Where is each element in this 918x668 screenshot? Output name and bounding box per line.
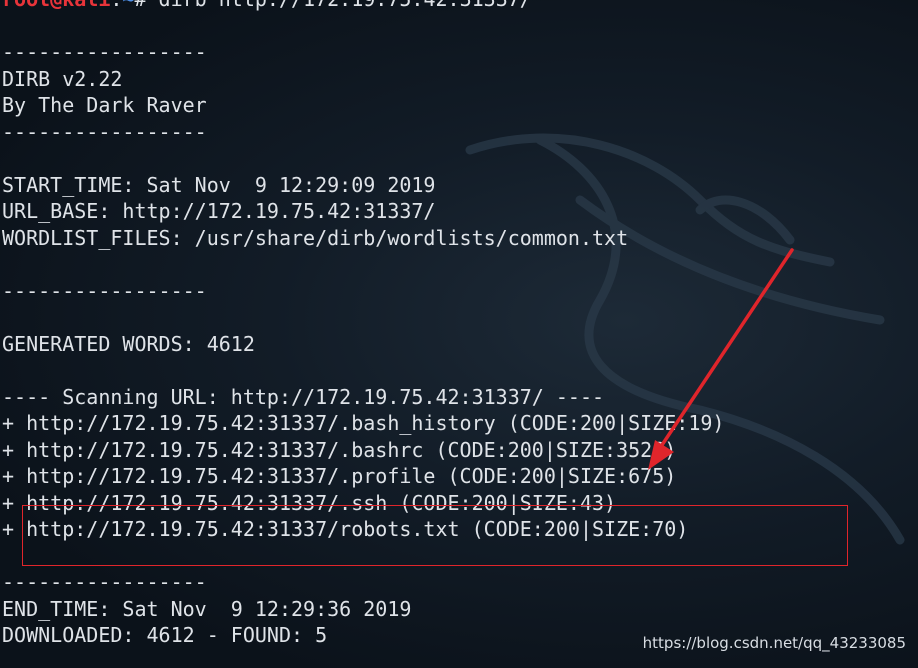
output-line: DIRB v2.22 [2,66,123,91]
output-line: ----------------- [2,570,207,594]
output-line [2,251,724,278]
output-line: ----------------- [2,40,207,64]
output-line-text: DOWNLOADED: 4612 - FOUND: 5 [2,623,328,647]
output-line [2,13,724,40]
output-line: URL_BASE: http://172.19.75.42:31337/ [2,199,436,223]
prompt-symbol: # [134,0,146,11]
terminal-cursor [188,664,200,668]
output-line: ----------------- [2,278,207,303]
output-line: START_TIME: Sat Nov 9 12:29:09 2019 [2,172,436,197]
prompt-separator: : [110,0,122,11]
prompt-user-host: root@kali [2,0,110,11]
output-line: + http://172.19.75.42:31337/.bash_histor… [2,411,725,435]
output-line [2,145,724,172]
output-line: END_TIME: Sat Nov 9 12:29:36 2019 [2,596,412,621]
output-line: By The Dark Raver [2,93,207,117]
terminal-window[interactable]: root@kali:~# dirb http://172.19.75.42:31… [0,0,918,668]
watermark-text: https://blog.csdn.net/qq_43233085 [642,634,906,652]
output-line: ---- Scanning URL: http://172.19.75.42:3… [2,384,605,409]
output-line-last: DOWNLOADED: 4612 - FOUND: 5 [2,622,724,649]
output-line: ----------------- [2,119,207,144]
annotation-highlight-box [22,505,848,566]
output-line: WORDLIST_FILES: /usr/share/dirb/wordlist… [2,225,629,250]
command-text: dirb http://172.19.75.42:31337/ [147,0,532,11]
output-line: + http://172.19.75.42:31337/.bashrc (COD… [2,437,677,462]
output-line: + http://172.19.75.42:31337/.profile (CO… [2,464,677,488]
prompt-path: ~ [122,0,134,11]
output-line: GENERATED WORDS: 4612 [2,331,255,356]
output-line [2,304,724,331]
command-prompt-line: root@kali:~# dirb http://172.19.75.42:31… [2,0,724,13]
output-line [2,357,724,384]
